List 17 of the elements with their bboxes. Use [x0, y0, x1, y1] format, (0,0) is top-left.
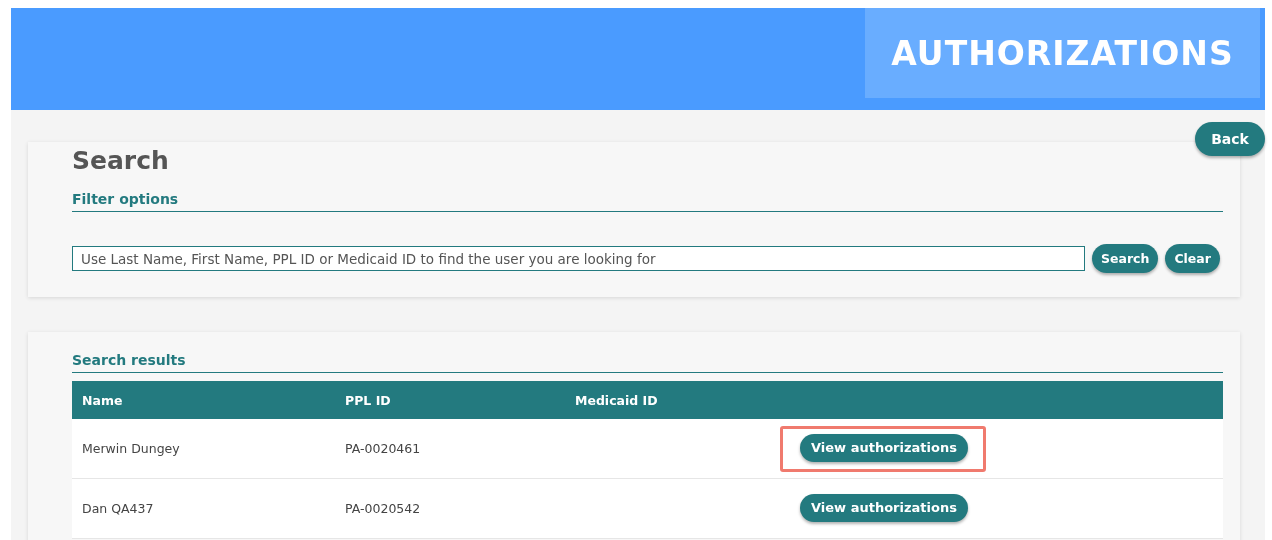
column-header: PPL ID	[344, 392, 392, 408]
column-header: Name	[81, 392, 124, 408]
back-button[interactable]: Back	[1195, 122, 1265, 156]
table-cell-text: PA-0020542	[344, 501, 422, 516]
view-authorizations-button[interactable]: View authorizations	[800, 493, 968, 522]
column-header: Medicaid ID	[574, 392, 659, 408]
table-cell-text: Dan QA437	[81, 501, 155, 516]
search-button[interactable]: Search	[1092, 244, 1159, 273]
clear-button[interactable]: Clear	[1165, 244, 1220, 273]
section-heading: Filter options	[72, 191, 1223, 212]
search-field[interactable]: Use Last Name, First Name, PPL ID or Medicaid ID to find the user you are looking for	[72, 246, 1085, 271]
table-cell-text: Merwin Dungey	[81, 441, 181, 456]
view-authorizations-button[interactable]: View authorizations	[800, 433, 968, 462]
section-heading: Search results	[72, 352, 1223, 373]
page-title: AUTHORIZATIONS	[891, 33, 1234, 73]
search-heading: Search	[72, 146, 170, 175]
table-cell-text: PA-0020461	[344, 441, 422, 456]
